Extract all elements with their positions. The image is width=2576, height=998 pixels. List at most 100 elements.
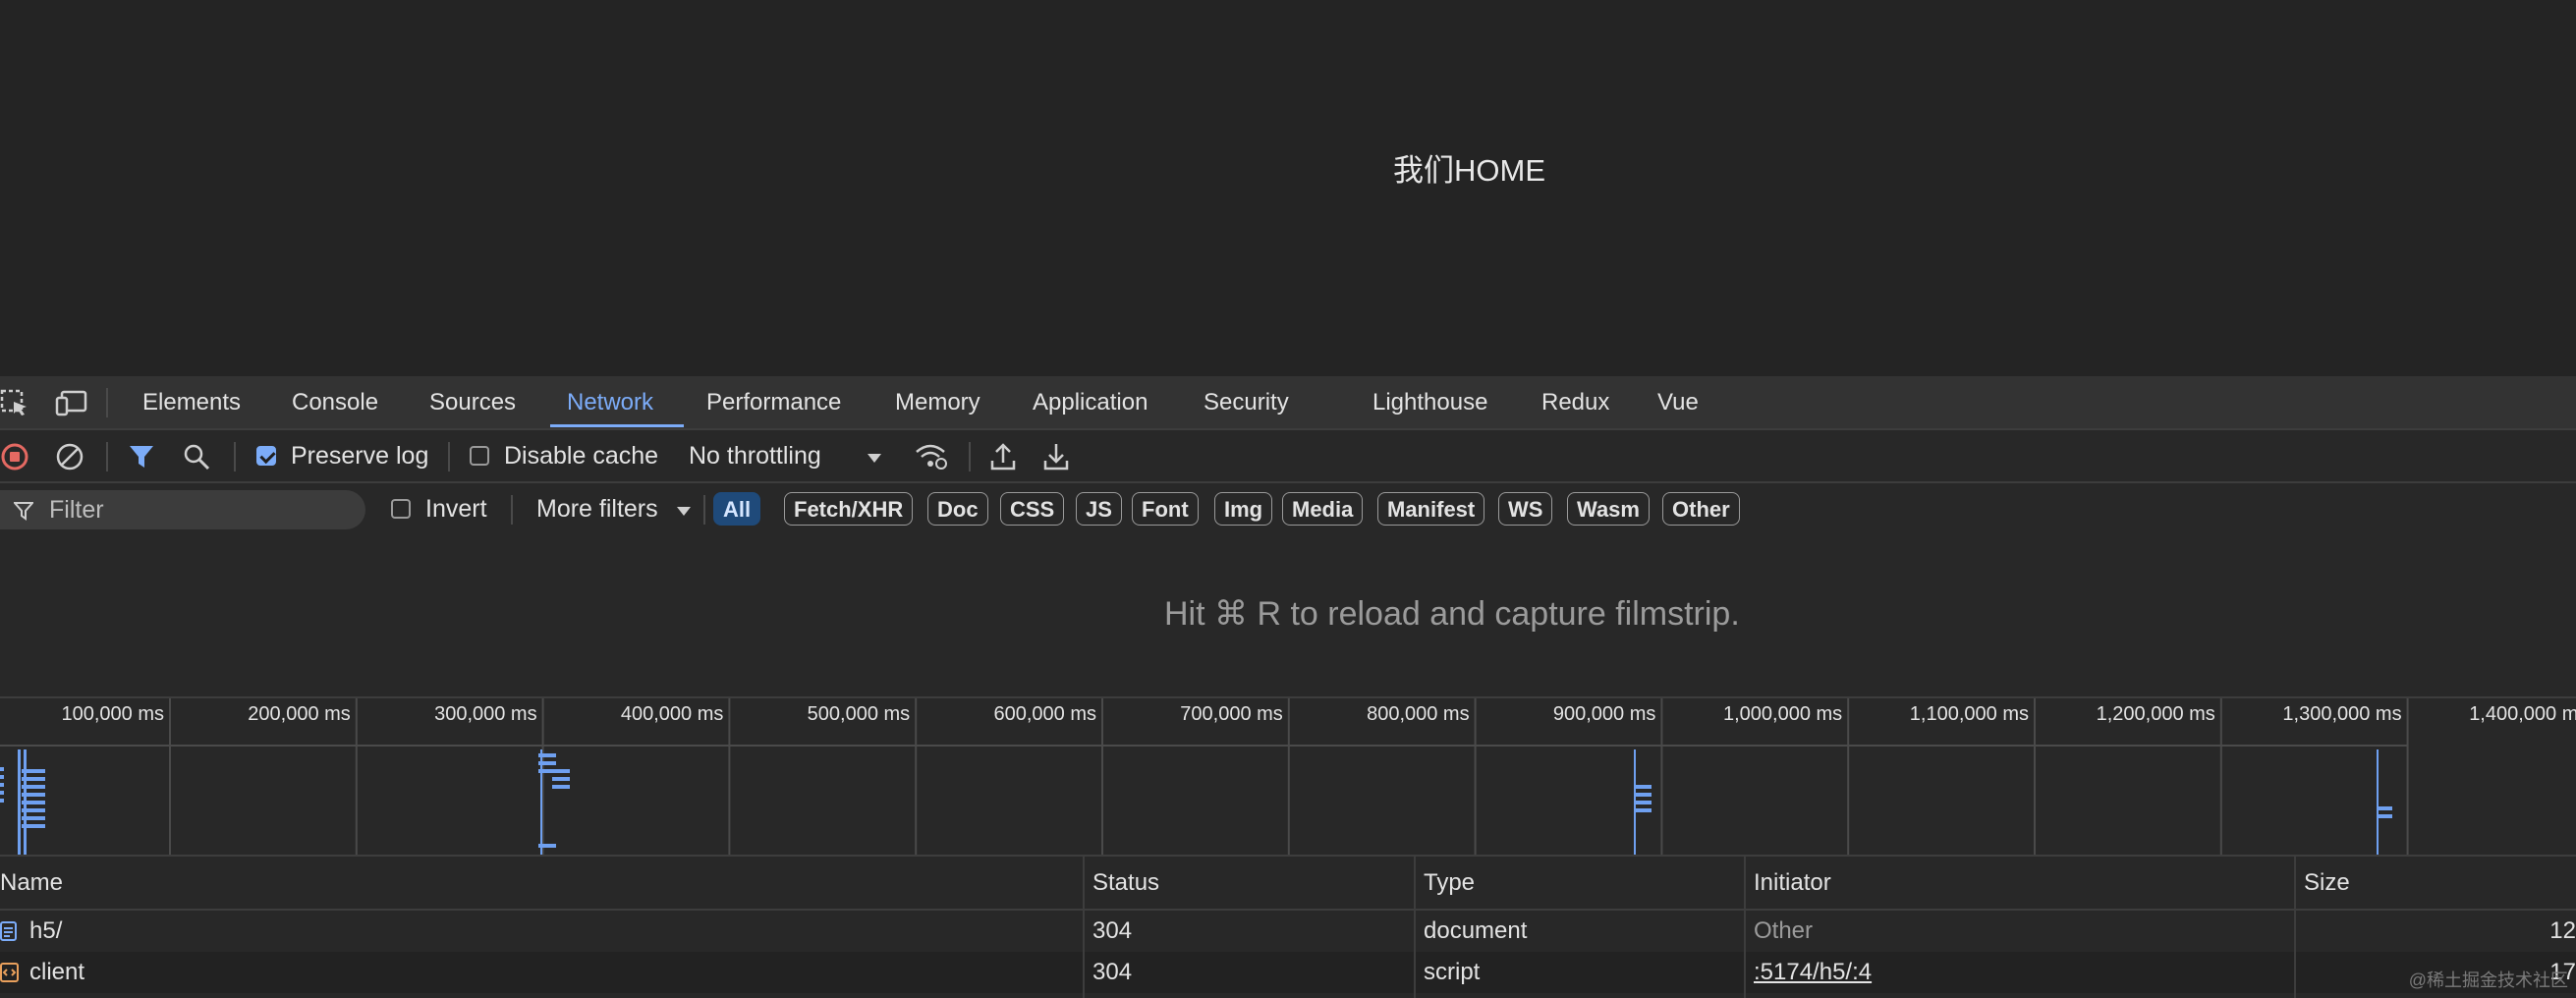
devtools-panel: Elements Console Sources Network Perform… — [0, 376, 2576, 998]
table-row[interactable]: client 304 script :5174/h5/:4 17 — [0, 952, 2576, 993]
tab-elements[interactable]: Elements — [142, 376, 241, 428]
chip-all[interactable]: All — [713, 492, 761, 526]
timeline-request-bar — [0, 791, 4, 795]
tab-console[interactable]: Console — [292, 376, 378, 428]
throttling-select[interactable]: No throttling — [689, 442, 821, 471]
timeline-marker — [1634, 749, 1636, 855]
tab-redux[interactable]: Redux — [1541, 376, 1609, 428]
filterbar-separator — [511, 495, 513, 525]
disable-cache-label: Disable cache — [504, 442, 659, 470]
column-divider[interactable] — [2294, 857, 2296, 998]
timeline-overview[interactable]: 100,000 ms 200,000 ms 300,000 ms 400,000 ms… — [0, 696, 2576, 857]
tab-application[interactable]: Application — [1033, 376, 1148, 428]
timeline-request-bar — [22, 816, 45, 820]
filter-input[interactable]: Filter — [0, 490, 365, 529]
timeline-request-bar — [22, 808, 45, 812]
column-header-name[interactable]: Name — [0, 857, 1077, 909]
toolbar-separator — [106, 442, 108, 471]
timeline-request-bar — [2379, 806, 2392, 810]
toolbar-separator — [448, 442, 450, 471]
tab-lighthouse[interactable]: Lighthouse — [1372, 376, 1487, 428]
filter-funnel-icon — [12, 501, 35, 521]
active-tab-indicator — [550, 424, 684, 427]
toolbar-separator — [969, 442, 971, 471]
timeline-request-bar — [22, 824, 45, 828]
timeline-marker — [540, 749, 542, 855]
device-toolbar-icon[interactable] — [55, 389, 88, 416]
timeline-request-bar — [538, 761, 556, 765]
chip-wasm[interactable]: Wasm — [1567, 492, 1650, 526]
timeline-tick-label: 1,300,000 ms — [2282, 703, 2401, 725]
chevron-down-icon[interactable] — [676, 504, 692, 516]
request-name[interactable]: h5/ — [22, 911, 1083, 952]
timeline-canvas: 100,000 ms 200,000 ms 300,000 ms 400,000 ms… — [0, 698, 2576, 855]
invert-label: Invert — [425, 495, 487, 523]
chip-ws[interactable]: WS — [1498, 492, 1553, 526]
tab-network[interactable]: Network — [567, 376, 653, 428]
more-filters-button[interactable]: More filters — [536, 495, 658, 524]
column-divider[interactable] — [1083, 857, 1085, 998]
chip-font[interactable]: Font — [1132, 492, 1199, 526]
request-name[interactable]: client — [22, 952, 1083, 993]
preserve-log-label: Preserve log — [291, 442, 429, 470]
timeline-request-bar — [22, 801, 45, 804]
clear-icon[interactable] — [55, 442, 84, 471]
timeline-marker — [2377, 749, 2379, 855]
column-header-type[interactable]: Type — [1416, 857, 1746, 909]
timeline-request-bar — [22, 777, 45, 781]
chip-js[interactable]: JS — [1076, 492, 1122, 526]
timeline-tick-label: 1,000,000 ms — [1723, 703, 1842, 725]
column-header-size[interactable]: Size — [2296, 857, 2576, 909]
chip-manifest[interactable]: Manifest — [1377, 492, 1485, 526]
column-divider[interactable] — [1414, 857, 1416, 998]
chevron-down-icon[interactable] — [867, 451, 882, 463]
timeline-request-bar — [538, 844, 556, 848]
request-status: 304 — [1092, 917, 1133, 944]
preserve-log-checkbox[interactable] — [256, 446, 276, 466]
chip-doc[interactable]: Doc — [927, 492, 988, 526]
timeline-request-bar — [1636, 801, 1652, 804]
timeline-marker — [18, 749, 21, 855]
inspect-element-icon[interactable] — [0, 389, 29, 416]
timeline-tick-label: 300,000 ms — [434, 703, 537, 725]
chip-css[interactable]: CSS — [1000, 492, 1065, 526]
filterbar-separator — [703, 495, 705, 525]
column-header-initiator[interactable]: Initiator — [1746, 857, 2296, 909]
table-header: Name Status Type Initiator Size — [0, 857, 2576, 911]
export-har-icon[interactable] — [1041, 441, 1071, 472]
invert-checkbox[interactable] — [391, 499, 411, 519]
column-header-status[interactable]: Status — [1085, 857, 1415, 909]
chip-other[interactable]: Other — [1662, 492, 1740, 526]
timeline-tick-label: 500,000 ms — [808, 703, 911, 725]
tab-vue[interactable]: Vue — [1657, 376, 1699, 428]
timeline-tick-label: 1,200,000 ms — [2097, 703, 2215, 725]
request-size: 12 — [2549, 917, 2576, 944]
timeline-request-bar — [2379, 814, 2392, 818]
page-viewport: 我们HOME — [0, 0, 2576, 376]
network-request-table: Name Status Type Initiator Size h5/ 304 … — [0, 857, 2576, 998]
column-divider[interactable] — [1744, 857, 1746, 998]
disable-cache-checkbox[interactable] — [470, 446, 489, 466]
tab-sources[interactable]: Sources — [429, 376, 516, 428]
chip-img[interactable]: Img — [1214, 492, 1273, 526]
request-type: script — [1424, 959, 1481, 985]
timeline-request-bar — [0, 799, 4, 803]
tab-security[interactable]: Security — [1204, 376, 1289, 428]
chip-fetch-xhr[interactable]: Fetch/XHR — [784, 492, 914, 526]
network-conditions-icon[interactable] — [914, 440, 949, 471]
table-row[interactable]: h5/ 304 document Other 12 — [0, 911, 2576, 952]
stop-recording-icon[interactable] — [0, 442, 29, 471]
devtools-tabbar: Elements Console Sources Network Perform… — [0, 376, 2576, 430]
tab-performance[interactable]: Performance — [706, 376, 841, 428]
filter-icon[interactable] — [128, 443, 155, 471]
request-status: 304 — [1092, 959, 1133, 985]
search-icon[interactable] — [183, 443, 210, 471]
request-initiator-link[interactable]: :5174/h5/:4 — [1746, 952, 2296, 993]
chip-media[interactable]: Media — [1282, 492, 1364, 526]
timeline-request-bar — [552, 785, 570, 789]
timeline-tick-label: 400,000 ms — [621, 703, 724, 725]
tab-memory[interactable]: Memory — [895, 376, 980, 428]
import-har-icon[interactable] — [988, 441, 1018, 472]
timeline-request-bar — [22, 769, 45, 773]
timeline-request-bar — [1636, 793, 1652, 797]
